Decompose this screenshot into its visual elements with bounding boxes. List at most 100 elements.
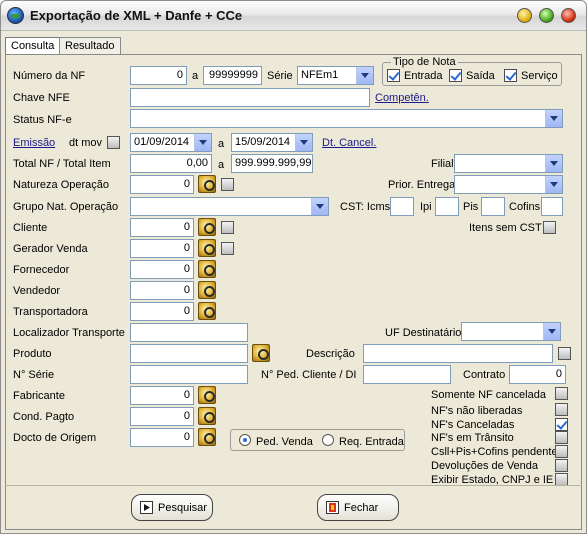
cliente-checkbox[interactable]: [221, 221, 234, 234]
search-icon[interactable]: [198, 386, 216, 404]
search-icon[interactable]: [252, 344, 270, 362]
cst-ipi-label: Ipi: [420, 201, 432, 213]
search-icon[interactable]: [198, 407, 216, 425]
total-nf-to-input[interactable]: 999.999.999,99: [231, 154, 313, 173]
cst-ipi-input[interactable]: [435, 197, 459, 216]
dtmov-label: dt mov: [69, 137, 103, 149]
prior-entrega-select[interactable]: [454, 175, 563, 194]
servico-checkbox[interactable]: [504, 69, 517, 82]
chevron-down-icon[interactable]: [545, 155, 562, 172]
option-csll-checkbox[interactable]: [555, 445, 568, 458]
localizador-input[interactable]: [130, 323, 248, 342]
option-devolucoes-checkbox[interactable]: [555, 459, 568, 472]
chave-nfe-input[interactable]: [130, 88, 370, 107]
cst-cofins-input[interactable]: [541, 197, 563, 216]
option-nao-liberadas-checkbox[interactable]: [555, 403, 568, 416]
chevron-down-icon[interactable]: [194, 134, 211, 151]
close-button[interactable]: [561, 8, 576, 23]
option-canceladas-checkbox[interactable]: [555, 418, 568, 431]
filial-select[interactable]: [454, 154, 563, 173]
search-icon[interactable]: [198, 239, 216, 257]
req-entrada-radio[interactable]: [322, 434, 334, 446]
total-nf-from-input[interactable]: 0,00: [130, 154, 212, 173]
search-icon[interactable]: [198, 260, 216, 278]
option-somente-cancelada-checkbox[interactable]: [555, 387, 568, 400]
n-serie-label: N° Série: [13, 369, 55, 381]
cst-icms-input[interactable]: [390, 197, 414, 216]
entrada-checkbox[interactable]: [387, 69, 400, 82]
status-nfe-label: Status NF-e: [13, 114, 72, 126]
bottom-separator: [5, 485, 582, 486]
option-somente-cancelada-label: Somente NF cancelada: [431, 389, 546, 401]
maximize-button[interactable]: [539, 8, 554, 23]
title-bar: Exportação de XML + Danfe + CCe: [1, 1, 586, 31]
search-icon[interactable]: [198, 218, 216, 236]
emissao-to-date[interactable]: 15/09/2014: [231, 133, 313, 152]
servico-label: Serviço: [521, 70, 558, 82]
grupo-nat-select[interactable]: [130, 197, 329, 216]
n-serie-input[interactable]: [130, 365, 248, 384]
globe-icon: [7, 7, 24, 24]
minimize-button[interactable]: [517, 8, 532, 23]
option-devolucoes-label: Devoluções de Venda: [431, 460, 539, 472]
fechar-button[interactable]: Fechar: [317, 494, 399, 521]
search-icon[interactable]: [198, 175, 216, 193]
n-ped-cliente-input[interactable]: [363, 365, 451, 384]
pesquisar-button[interactable]: Pesquisar: [131, 494, 213, 521]
gerador-venda-checkbox[interactable]: [221, 242, 234, 255]
ped-venda-label: Ped. Venda: [256, 436, 313, 448]
cliente-label: Cliente: [13, 222, 48, 234]
produto-input[interactable]: [130, 344, 248, 363]
descricao-input[interactable]: [363, 344, 553, 363]
contrato-input[interactable]: 0: [509, 365, 566, 384]
tab-consulta[interactable]: Consulta: [5, 37, 61, 55]
saida-checkbox[interactable]: [449, 69, 462, 82]
natureza-input[interactable]: 0: [130, 175, 194, 194]
competen-link[interactable]: Competên.: [375, 92, 429, 104]
cond-pagto-input[interactable]: 0: [130, 407, 194, 426]
cst-pis-label: Pis: [463, 201, 479, 213]
numero-nf-sep: a: [192, 70, 199, 82]
fornecedor-input[interactable]: 0: [130, 260, 194, 279]
contrato-label: Contrato: [463, 369, 506, 381]
ped-venda-radio[interactable]: [239, 434, 251, 446]
serie-label: Série: [267, 70, 293, 82]
dt-cancel-link[interactable]: Dt. Cancel.: [322, 137, 376, 149]
cst-pis-input[interactable]: [481, 197, 505, 216]
status-nfe-select[interactable]: [130, 109, 563, 128]
natureza-label: Natureza Operação: [13, 179, 109, 191]
transportadora-input[interactable]: 0: [130, 302, 194, 321]
descricao-checkbox[interactable]: [558, 347, 571, 360]
itens-sem-cst-checkbox[interactable]: [543, 221, 556, 234]
natureza-checkbox[interactable]: [221, 178, 234, 191]
serie-select[interactable]: NFEm1: [297, 66, 374, 85]
option-nao-liberadas-label: NF's não liberadas: [431, 405, 523, 417]
chevron-down-icon[interactable]: [545, 176, 562, 193]
chevron-down-icon[interactable]: [545, 110, 562, 127]
search-icon[interactable]: [198, 428, 216, 446]
option-em-transito-checkbox[interactable]: [555, 431, 568, 444]
vendedor-input[interactable]: 0: [130, 281, 194, 300]
produto-label: Produto: [13, 348, 52, 360]
dtmov-checkbox[interactable]: [107, 136, 120, 149]
gerador-venda-input[interactable]: 0: [130, 239, 194, 258]
uf-destinatario-select[interactable]: [461, 322, 561, 341]
tab-resultado[interactable]: Resultado: [59, 37, 121, 54]
play-icon: [140, 501, 153, 514]
numero-nf-from-input[interactable]: 0: [130, 66, 187, 85]
uf-destinatario-label: UF Destinatário: [385, 327, 462, 339]
search-icon[interactable]: [198, 281, 216, 299]
search-icon[interactable]: [198, 302, 216, 320]
numero-nf-to-input[interactable]: 99999999: [203, 66, 262, 85]
chevron-down-icon[interactable]: [356, 67, 373, 84]
emissao-link[interactable]: Emissão: [13, 137, 55, 149]
docto-origem-input[interactable]: 0: [130, 428, 194, 447]
chevron-down-icon[interactable]: [311, 198, 328, 215]
chevron-down-icon[interactable]: [295, 134, 312, 151]
chevron-down-icon[interactable]: [543, 323, 560, 340]
itens-sem-cst-label: Itens sem CST: [469, 222, 542, 234]
cliente-input[interactable]: 0: [130, 218, 194, 237]
option-csll-label: Csll+Pis+Cofins pendente: [431, 446, 558, 458]
fabricante-input[interactable]: 0: [130, 386, 194, 405]
emissao-from-date[interactable]: 01/09/2014: [130, 133, 212, 152]
